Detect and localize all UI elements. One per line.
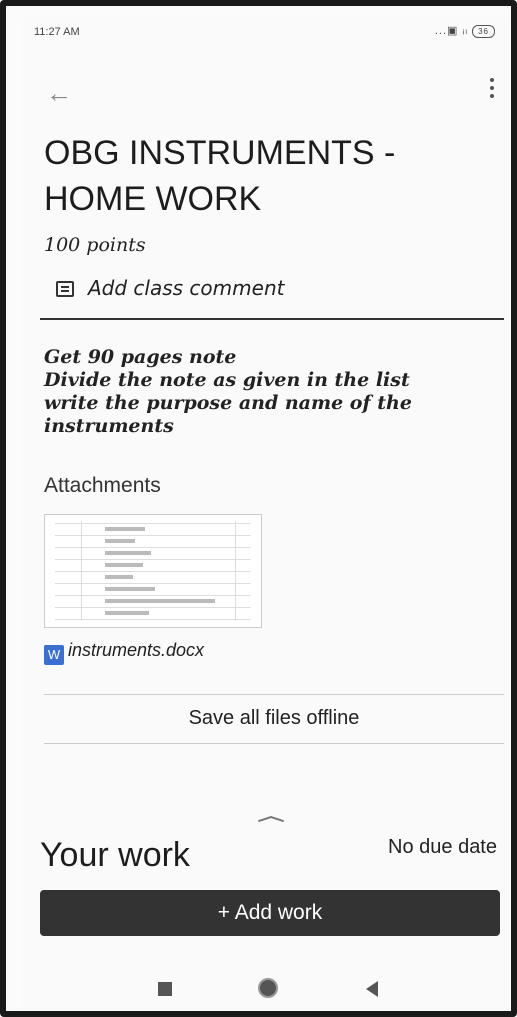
- status-icons: ...▣ ᵢₗ 36: [435, 24, 495, 38]
- attachment-file-name: instruments.docx: [68, 640, 205, 660]
- description-line: Divide the note as given in the list: [44, 369, 410, 391]
- description-line: write the purpose and name of the: [44, 392, 412, 414]
- home-icon[interactable]: [258, 978, 278, 998]
- add-work-button[interactable]: + Add work: [40, 890, 500, 936]
- status-time: 11:27 AM: [34, 26, 80, 38]
- attachment-file-link[interactable]: Winstruments.docx: [44, 640, 204, 665]
- due-date-label: No due date: [388, 836, 497, 858]
- comment-icon: [56, 281, 74, 297]
- points-label: 100 points: [44, 234, 146, 256]
- description-line: instruments: [44, 415, 174, 437]
- divider: [40, 318, 504, 320]
- word-file-icon: W: [44, 645, 64, 665]
- battery-icon: 36: [472, 25, 495, 38]
- status-bar: 11:27 AM ...▣ ᵢₗ 36: [20, 18, 509, 44]
- assignment-description: Get 90 pages note Divide the note as giv…: [44, 346, 412, 438]
- expand-sheet-chevron-icon[interactable]: [256, 814, 286, 826]
- back-arrow-icon[interactable]: ←: [46, 80, 72, 106]
- recents-icon[interactable]: [158, 982, 172, 996]
- description-line: Get 90 pages note: [44, 346, 237, 368]
- title-line-2: HOME WORK: [44, 180, 262, 218]
- add-comment-label: Add class comment: [88, 276, 285, 300]
- add-class-comment-button[interactable]: Add class comment: [56, 276, 284, 300]
- phone-frame: 11:27 AM ...▣ ᵢₗ 36 ← OBG INSTRUMENTS - …: [0, 0, 517, 1017]
- save-offline-button[interactable]: Save all files offline: [44, 707, 504, 730]
- screen: 11:27 AM ...▣ ᵢₗ 36 ← OBG INSTRUMENTS - …: [20, 18, 509, 1011]
- signal-icon: ...▣ ᵢₗ: [434, 25, 469, 37]
- attachments-heading: Attachments: [44, 474, 161, 497]
- system-nav-bar: [20, 976, 509, 1006]
- attachment-thumbnail[interactable]: [44, 514, 262, 628]
- assignment-title: OBG INSTRUMENTS - HOME WORK: [44, 130, 484, 222]
- back-nav-icon[interactable]: [366, 981, 378, 997]
- more-options-icon[interactable]: [489, 74, 495, 100]
- save-offline-row: Save all files offline: [44, 694, 504, 744]
- your-work-heading: Your work: [40, 836, 190, 874]
- title-line-1: OBG INSTRUMENTS -: [44, 134, 396, 172]
